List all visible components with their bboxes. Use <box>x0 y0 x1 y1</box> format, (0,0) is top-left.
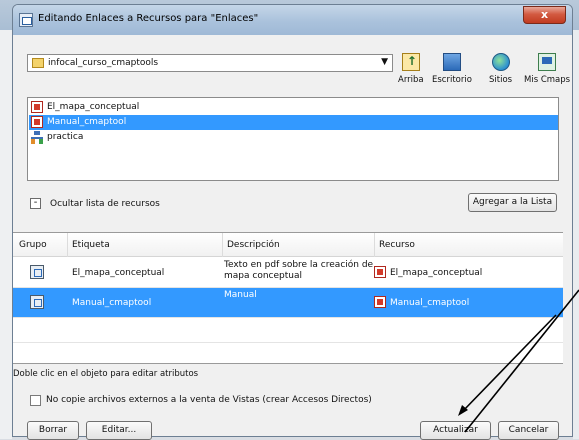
hide-resource-list-label: Ocultar lista de recursos <box>50 199 160 209</box>
edit-attributes-hint: Doble clic en el objeto para editar atri… <box>13 369 199 379</box>
chevron-down-icon[interactable]: ▼ <box>381 57 388 67</box>
list-item[interactable]: practica <box>29 130 558 145</box>
title-bar: Editando Enlaces a Recursos para "Enlace… <box>13 5 572 35</box>
column-divider[interactable] <box>374 233 375 257</box>
arriba-label: Arriba <box>398 75 424 85</box>
no-copy-external-label: No copie archivos externos a la venta de… <box>46 395 372 405</box>
row-description-line2: mapa conceptual <box>224 271 302 281</box>
delete-button[interactable]: Borrar <box>27 421 79 440</box>
resource-list[interactable]: El_mapa_conceptual Manual_cmaptool pract… <box>27 97 559 181</box>
add-to-list-button[interactable]: Agregar a la Lista <box>468 193 557 212</box>
list-item-label: practica <box>47 132 84 142</box>
pdf-icon <box>374 296 386 308</box>
list-item[interactable]: Manual_cmaptool <box>29 115 558 130</box>
links-table: Grupo Etiqueta Descripción Recurso El_ma… <box>13 232 563 364</box>
network-icon <box>31 131 43 144</box>
update-button[interactable]: Actualizar <box>420 421 491 440</box>
row-description-line1: Texto en pdf sobre la creación de <box>224 260 374 270</box>
row-divider <box>13 342 563 343</box>
row-divider <box>13 317 563 318</box>
edit-resource-links-dialog: Editando Enlaces a Recursos para "Enlace… <box>12 4 573 440</box>
cancel-button[interactable]: Cancelar <box>498 421 559 440</box>
column-divider[interactable] <box>67 233 68 257</box>
table-header: Grupo Etiqueta Descripción Recurso <box>13 233 563 257</box>
edit-button[interactable]: Editar... <box>86 421 152 440</box>
pdf-icon <box>31 101 43 113</box>
close-button[interactable]: x <box>523 6 566 24</box>
column-header-descripcion[interactable]: Descripción <box>227 240 280 250</box>
column-header-grupo[interactable]: Grupo <box>19 240 47 250</box>
background-window-edge-right <box>573 30 579 439</box>
list-item-label: Manual_cmaptool <box>47 117 127 127</box>
group-icon[interactable] <box>30 265 44 279</box>
row-resource: Manual_cmaptool <box>390 298 470 308</box>
my-cmaps-icon <box>538 53 557 71</box>
dialog-content: infocal_curso_cmaptools ▼ Arriba Escrito… <box>13 35 570 440</box>
folder-up-icon <box>401 53 420 71</box>
table-row[interactable]: Manual_cmaptool Manual Manual_cmaptool <box>13 288 563 317</box>
row-description-line1: Manual <box>224 290 257 300</box>
list-item-label: El_mapa_conceptual <box>47 102 140 112</box>
collapse-toggle[interactable]: - <box>30 198 41 209</box>
window-title: Editando Enlaces a Recursos para "Enlace… <box>38 13 259 24</box>
list-item[interactable]: El_mapa_conceptual <box>29 100 558 115</box>
row-resource: El_mapa_conceptual <box>390 268 483 278</box>
escritorio-label: Escritorio <box>432 75 472 85</box>
dialog-app-icon <box>19 13 33 27</box>
column-divider[interactable] <box>222 233 223 257</box>
escritorio-button[interactable]: Escritorio <box>432 53 472 85</box>
row-label: Manual_cmaptool <box>72 298 152 308</box>
no-copy-external-checkbox[interactable] <box>30 395 41 406</box>
folder-dropdown[interactable]: infocal_curso_cmaptools ▼ <box>27 54 393 72</box>
pdf-icon <box>374 266 386 278</box>
mis-cmaps-label: Mis Cmaps <box>524 75 571 85</box>
column-header-etiqueta[interactable]: Etiqueta <box>72 240 110 250</box>
pdf-icon <box>31 116 43 128</box>
sitios-label: Sitios <box>489 75 513 85</box>
folder-icon <box>32 58 44 68</box>
background-window-edge <box>0 30 12 439</box>
mis-cmaps-button[interactable]: Mis Cmaps <box>524 53 570 85</box>
sitios-button[interactable]: Sitios <box>489 53 512 85</box>
globe-icon <box>491 53 510 71</box>
column-header-recurso[interactable]: Recurso <box>379 240 415 250</box>
arriba-button[interactable]: Arriba <box>398 53 424 85</box>
row-label: El_mapa_conceptual <box>72 268 165 278</box>
desktop-icon <box>442 53 461 71</box>
group-icon[interactable] <box>30 295 44 309</box>
table-row[interactable]: El_mapa_conceptual Texto en pdf sobre la… <box>13 258 563 287</box>
folder-dropdown-value: infocal_curso_cmaptools <box>48 58 159 68</box>
